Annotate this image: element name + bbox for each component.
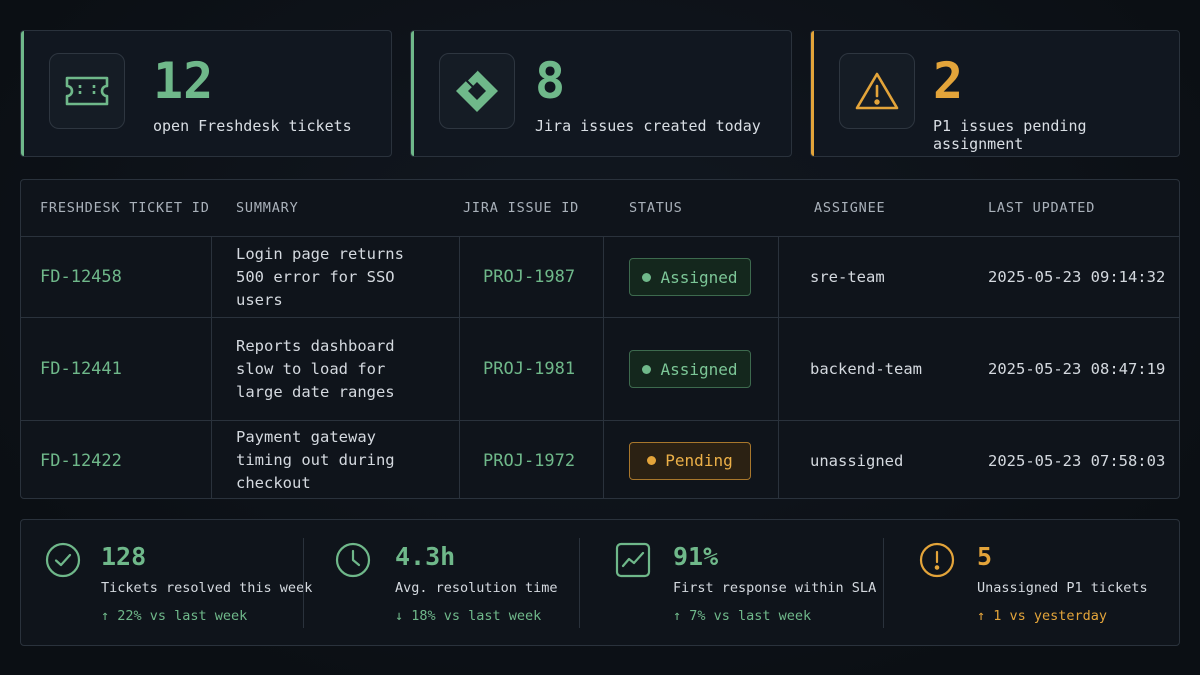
stat-label: First response within SLA [673,580,877,596]
kpi-label: Jira issues created today [535,117,761,135]
ticket-id-link[interactable]: FD-12458 [40,267,122,287]
stat-trend: ↑ 7% vs last week [673,608,812,624]
ticket-id-link[interactable]: FD-12441 [40,359,122,379]
column-header-last-updated[interactable]: LAST UPDATED [988,180,1095,237]
column-header-ticket-id[interactable]: FRESHDESK TICKET ID [40,180,210,237]
ticket-summary: Login page returns 500 error for SSO use… [236,244,404,309]
jira-id-link[interactable]: PROJ-1981 [483,359,575,379]
status-badge: Pending [629,441,751,480]
assignee: backend-team [810,360,922,378]
clock-icon [335,542,371,578]
check-circle-icon [45,542,81,578]
jira-icon [439,53,515,129]
stat-divider [579,538,580,628]
status-dot [647,456,657,465]
jira-id-link[interactable]: PROJ-1972 [483,451,575,471]
last-updated: 2025-05-23 08:47:19 [988,360,1166,378]
column-header-status[interactable]: STATUS [629,180,683,237]
kpi-label: P1 issues pending assignment [933,117,1087,153]
stat-value: 5 [977,542,993,571]
kpi-card-open-tickets: 12 open Freshdesk tickets [20,30,392,157]
alert-circle-icon [919,542,955,578]
status-dot [642,272,652,282]
assignee: unassigned [810,451,904,470]
stat-value: 128 [101,542,147,571]
stat-label: Unassigned P1 tickets [977,580,1148,596]
status-badge: Assigned [629,350,751,388]
ticket-summary: Reports dashboard slow to load for large… [236,336,395,401]
ticket-summary: Payment gateway timing out during checko… [236,428,395,492]
table-header: FRESHDESK TICKET ID SUMMARY JIRA ISSUE I… [21,180,1179,237]
stat-avg-resolution: 4.3h Avg. resolution time ↓ 18% vs last … [315,520,579,647]
stat-first-response: 91% First response within SLA ↑ 7% vs la… [593,520,883,647]
column-header-jira-id[interactable]: JIRA ISSUE ID [463,180,579,237]
kpi-card-jira-issues: 8 Jira issues created today [410,30,792,157]
stat-trend: ↑ 1 vs yesterday [977,608,1108,624]
stat-unassigned-p1: 5 Unassigned P1 tickets ↑ 1 vs yesterday [897,520,1179,647]
status-badge: Assigned [629,258,751,296]
column-header-summary[interactable]: SUMMARY [236,180,299,237]
assignee: sre-team [810,268,885,286]
kpi-row: 12 open Freshdesk tickets 8 Jira issues … [20,30,1180,157]
stat-label: Tickets resolved this week [101,580,313,596]
stat-trend: ↓ 18% vs last week [395,608,542,624]
stat-divider [303,538,304,628]
stat-value: 4.3h [395,542,456,571]
trend-chart-icon [615,542,651,578]
stat-label: Avg. resolution time [395,580,558,596]
stat-value: 91% [673,542,719,571]
column-header-assignee[interactable]: ASSIGNEE [814,180,885,237]
status-label: Assigned [660,359,738,379]
stats-panel: 128 Tickets resolved this week ↑ 22% vs … [20,519,1180,646]
jira-id-link[interactable]: PROJ-1987 [483,267,575,287]
last-updated: 2025-05-23 07:58:03 [988,451,1166,470]
kpi-label: open Freshdesk tickets [153,117,352,135]
stat-tickets-resolved: 128 Tickets resolved this week ↑ 22% vs … [21,520,312,647]
kpi-value: 8 [535,52,566,110]
table-row[interactable]: FD-12458 Login page returns 500 error fo… [21,237,1179,318]
stat-trend: ↑ 22% vs last week [101,608,248,624]
kpi-value: 12 [153,52,214,110]
ticket-id-link[interactable]: FD-12422 [40,451,122,471]
table-row[interactable]: FD-12422 Payment gateway timing out duri… [21,421,1179,498]
table-row[interactable]: FD-12441 Reports dashboard slow to load … [21,318,1179,421]
stat-divider [883,538,884,628]
ticket-icon [49,53,125,129]
status-dot [642,364,652,374]
status-label: Pending [665,451,733,470]
status-label: Assigned [660,267,738,287]
last-updated: 2025-05-23 09:14:32 [988,268,1166,286]
kpi-value: 2 [933,52,964,110]
kpi-card-p1-pending: 2 P1 issues pending assignment [810,30,1180,157]
warning-icon [839,53,915,129]
ticket-table: FRESHDESK TICKET ID SUMMARY JIRA ISSUE I… [20,179,1180,499]
